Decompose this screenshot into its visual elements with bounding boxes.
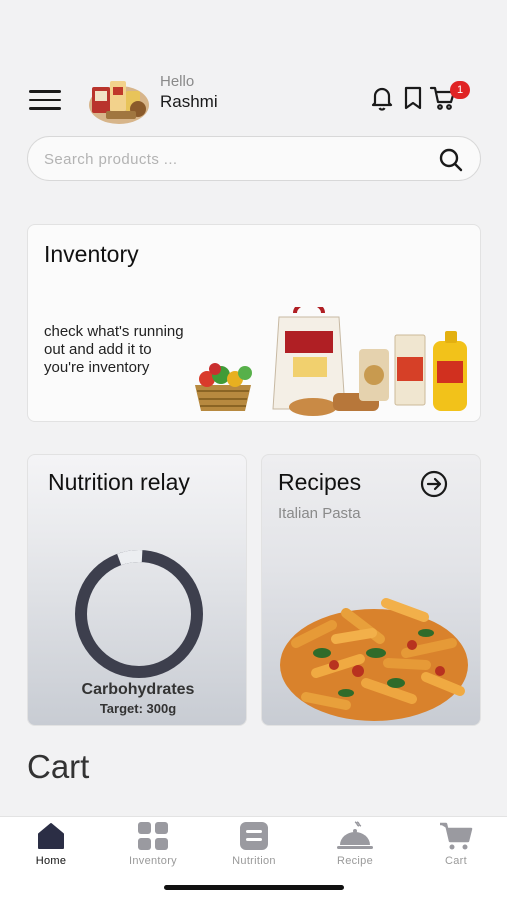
grid-icon [138, 822, 168, 850]
cart-section-title: Cart [27, 748, 90, 785]
tab-nutrition[interactable]: Nutrition [209, 821, 299, 873]
greeting-label: Hello [160, 73, 195, 90]
nutrition-relay-card[interactable]: Nutrition relay Carbohydrates Target: 30… [27, 454, 247, 726]
cart-icon [440, 822, 473, 850]
search-icon[interactable] [438, 147, 464, 173]
app-header: Hello Rashmi 1 [0, 70, 507, 130]
tab-nutrition-label: Nutrition [232, 855, 276, 867]
hamburger-menu-icon[interactable] [29, 90, 61, 110]
arrow-right-circle-icon[interactable] [419, 469, 449, 499]
user-name: Rashmi [160, 92, 218, 111]
recipes-card[interactable]: Recipes Italian Pasta [261, 454, 481, 726]
tab-cart[interactable]: Cart [411, 821, 501, 873]
nutrition-progress-ring [75, 550, 203, 678]
recipes-card-title: Recipes [278, 469, 362, 495]
tab-home-label: Home [35, 855, 67, 867]
nutrient-target: Target: 300g [99, 701, 177, 716]
inventory-card-description: check what's running out and add it to y… [44, 323, 184, 376]
search-bar [27, 136, 481, 181]
home-icon [38, 823, 64, 849]
bell-icon[interactable] [368, 84, 396, 112]
tab-recipe[interactable]: Recipe [310, 821, 400, 873]
cloche-icon [337, 821, 373, 849]
avatar[interactable] [86, 73, 152, 125]
inventory-card-title: Inventory [44, 241, 139, 267]
tab-inventory[interactable]: Inventory [108, 821, 198, 873]
nutrient-name: Carbohydrates [81, 681, 195, 698]
bookmark-icon[interactable] [399, 84, 427, 112]
pasta-image [280, 598, 468, 721]
tab-recipe-label: Recipe [336, 855, 374, 867]
search-input[interactable] [44, 145, 424, 173]
nutrition-icon [240, 822, 268, 850]
cart-count-badge: 1 [450, 81, 470, 99]
tab-cart-label: Cart [445, 855, 467, 867]
inventory-card[interactable]: Inventory check what's running out and a… [27, 224, 481, 422]
recipe-name: Italian Pasta [278, 505, 361, 522]
home-indicator [164, 885, 344, 890]
nutrition-card-title: Nutrition relay [48, 469, 190, 495]
tab-home[interactable]: Home [6, 821, 96, 873]
groceries-image [195, 307, 467, 416]
tab-inventory-label: Inventory [129, 855, 177, 867]
